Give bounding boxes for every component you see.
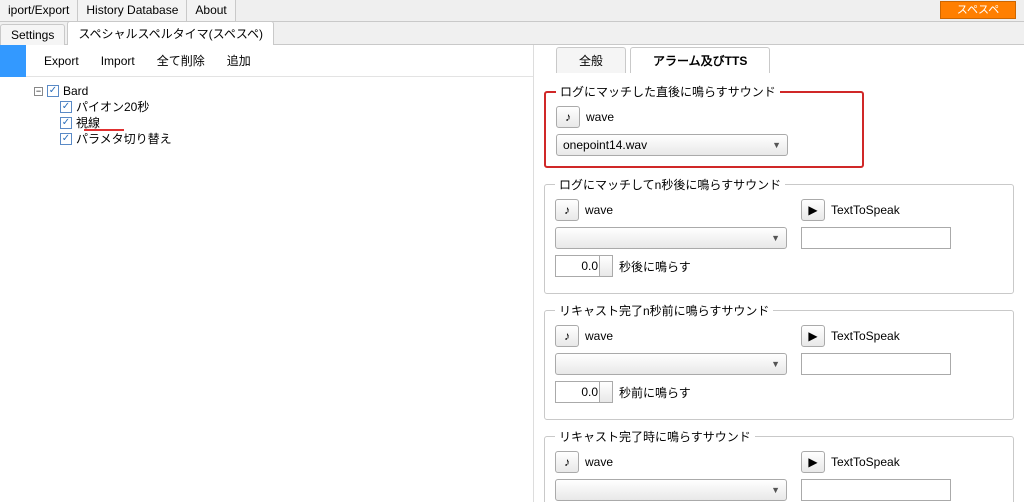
chevron-down-icon: ▼ xyxy=(771,233,780,243)
spinner-value: 0.0 xyxy=(581,385,598,399)
tree-root[interactable]: − ✓ Bard xyxy=(34,83,533,99)
group-match-after-n: ログにマッチしてn秒後に鳴らすサウンド ♪ wave ▶ TextToSpeak… xyxy=(544,176,1014,294)
wave-file-combo[interactable]: ▼ xyxy=(555,479,787,501)
tree-view: − ✓ Bard ✓ パイオン20秒 ✓ 視線 ✓ パラメタ切り替え xyxy=(26,77,533,147)
left-panel: Export Import 全て削除 追加 − ✓ Bard ✓ パイオン20秒… xyxy=(26,45,534,502)
spinner-value: 0.0 xyxy=(581,259,598,273)
top-menu-bar: iport/Export History Database About スペスペ xyxy=(0,0,1024,22)
play-tts-button[interactable]: ▶ xyxy=(801,199,825,221)
wave-file-combo[interactable]: onepoint14.wav ▼ xyxy=(556,134,788,156)
group-legend: リキャスト完了時に鳴らすサウンド xyxy=(555,428,755,445)
play-wave-button[interactable]: ♪ xyxy=(555,451,579,473)
top-tab-history-database[interactable]: History Database xyxy=(78,0,187,21)
tts-text-input[interactable] xyxy=(801,227,951,249)
import-button[interactable]: Import xyxy=(101,54,135,68)
wave-label: wave xyxy=(585,329,613,343)
tree-root-label: Bard xyxy=(63,83,88,99)
chevron-down-icon: ▼ xyxy=(771,485,780,495)
play-wave-button[interactable]: ♪ xyxy=(555,325,579,347)
delay-seconds-spinner[interactable]: 0.0 xyxy=(555,255,613,277)
combo-value: onepoint14.wav xyxy=(563,138,647,152)
delete-all-button[interactable]: 全て削除 xyxy=(157,52,205,69)
spinner-suffix: 秒後に鳴らす xyxy=(619,258,691,275)
right-panel: 全般 アラーム及びTTS ログにマッチした直後に鳴らすサウンド ♪ wave o… xyxy=(534,45,1024,502)
left-toolbar: Export Import 全て削除 追加 xyxy=(26,45,533,77)
checkbox[interactable]: ✓ xyxy=(60,133,72,145)
tree-item-label: パイオン20秒 xyxy=(76,99,149,115)
tab-spespe[interactable]: スペシャルスペルタイマ(スペスペ) xyxy=(67,21,274,45)
play-wave-button[interactable]: ♪ xyxy=(556,106,580,128)
tts-label: TextToSpeak xyxy=(831,203,900,217)
highlight-underline xyxy=(84,129,124,131)
checkbox[interactable]: ✓ xyxy=(60,117,72,129)
wave-file-combo[interactable]: ▼ xyxy=(555,227,787,249)
top-tab-about[interactable]: About xyxy=(187,0,235,21)
group-recast-complete: リキャスト完了時に鳴らすサウンド ♪ wave ▶ TextToSpeak ▼ xyxy=(544,428,1014,502)
wave-label: wave xyxy=(585,455,613,469)
tts-text-input[interactable] xyxy=(801,479,951,501)
chevron-down-icon: ▼ xyxy=(772,140,781,150)
tts-label: TextToSpeak xyxy=(831,329,900,343)
play-tts-button[interactable]: ▶ xyxy=(801,325,825,347)
sound-groups: ログにマッチした直後に鳴らすサウンド ♪ wave onepoint14.wav… xyxy=(534,73,1024,502)
main-area: Export Import 全て削除 追加 − ✓ Bard ✓ パイオン20秒… xyxy=(0,44,1024,502)
group-recast-before-n: リキャスト完了n秒前に鳴らすサウンド ♪ wave ▶ TextToSpeak … xyxy=(544,302,1014,420)
tts-text-input[interactable] xyxy=(801,353,951,375)
tree-item[interactable]: ✓ パラメタ切り替え xyxy=(34,131,533,147)
sub-tab-row: 全般 アラーム及びTTS xyxy=(534,45,1024,73)
tab-settings[interactable]: Settings xyxy=(0,24,65,45)
spinner-suffix: 秒前に鳴らす xyxy=(619,384,691,401)
wave-label: wave xyxy=(585,203,613,217)
play-tts-button[interactable]: ▶ xyxy=(801,451,825,473)
tab-row: Settings スペシャルスペルタイマ(スペスペ) xyxy=(0,22,1024,44)
group-legend: リキャスト完了n秒前に鳴らすサウンド xyxy=(555,302,773,319)
subtab-alarm-tts[interactable]: アラーム及びTTS xyxy=(630,47,770,73)
subtab-general[interactable]: 全般 xyxy=(556,47,626,73)
group-match-immediate: ログにマッチした直後に鳴らすサウンド ♪ wave onepoint14.wav… xyxy=(544,83,864,168)
wave-label: wave xyxy=(586,110,614,124)
top-tab-import-export[interactable]: iport/Export xyxy=(0,0,78,21)
play-wave-button[interactable]: ♪ xyxy=(555,199,579,221)
tree-item-label: パラメタ切り替え xyxy=(76,131,172,147)
spespe-button[interactable]: スペスペ xyxy=(940,1,1016,19)
chevron-down-icon: ▼ xyxy=(771,359,780,369)
checkbox[interactable]: ✓ xyxy=(60,101,72,113)
before-seconds-spinner[interactable]: 0.0 xyxy=(555,381,613,403)
tree-item[interactable]: ✓ パイオン20秒 xyxy=(34,99,533,115)
wave-file-combo[interactable]: ▼ xyxy=(555,353,787,375)
selection-indicator xyxy=(0,45,26,77)
group-legend: ログにマッチしてn秒後に鳴らすサウンド xyxy=(555,176,785,193)
checkbox[interactable]: ✓ xyxy=(47,85,59,97)
add-button[interactable]: 追加 xyxy=(227,52,251,69)
export-button[interactable]: Export xyxy=(44,54,79,68)
tts-label: TextToSpeak xyxy=(831,455,900,469)
group-legend: ログにマッチした直後に鳴らすサウンド xyxy=(556,83,780,100)
collapse-icon[interactable]: − xyxy=(34,87,43,96)
